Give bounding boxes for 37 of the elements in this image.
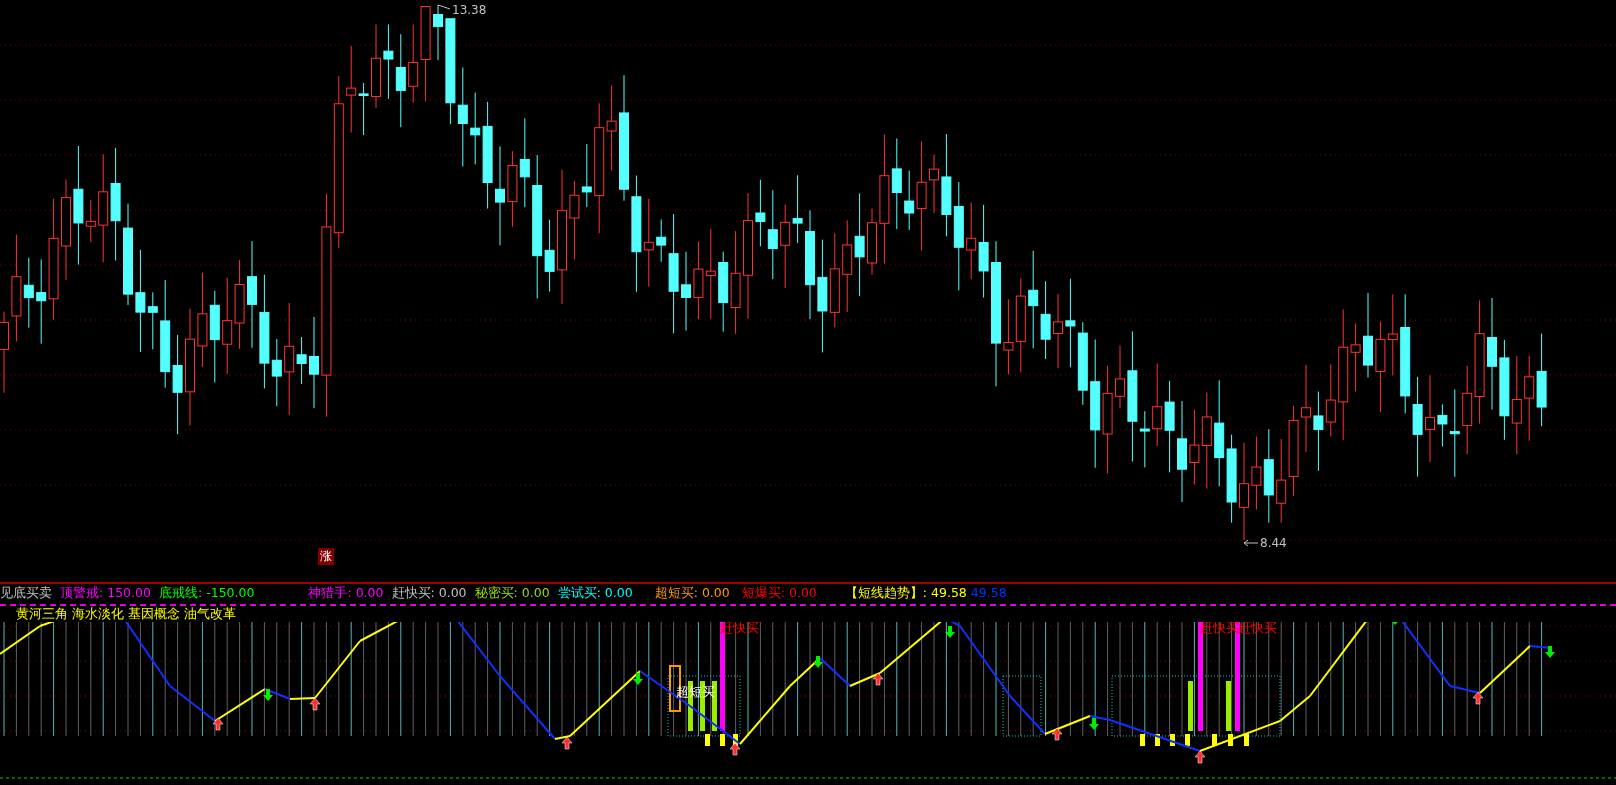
low-pointer-icon (1243, 539, 1259, 547)
legend-item: 底戒线: -150.00 (158, 584, 255, 602)
down-arrow-icon (263, 689, 273, 701)
candle (1115, 345, 1125, 409)
legend-item: 尝试买: 0.00 (557, 584, 633, 602)
candle (755, 179, 766, 247)
legend-item: 【短线趋势】: 49.58 49.58 (844, 584, 1007, 602)
legend-item: 短爆买: 0.00 (741, 584, 817, 602)
candle (792, 174, 803, 244)
candle (581, 143, 592, 208)
down-arrow-icon (813, 656, 823, 668)
legend-item: 见底买卖 (0, 584, 52, 602)
high-price-label: 13.38 (452, 3, 487, 17)
up-arrow-icon (1051, 727, 1063, 741)
up-arrow-icon (872, 672, 884, 686)
legend-item: 秘密买: 0.00 (474, 584, 550, 602)
down-arrow-icon (945, 626, 955, 638)
up-arrow-icon (212, 717, 224, 731)
rise-marker: 涨 (318, 548, 334, 565)
legend-item: 赶快买: 0.00 (391, 584, 467, 602)
up-arrow-icon (1194, 750, 1206, 764)
up-arrow-icon (309, 697, 321, 711)
legend-item: 顶警戒: 150.00 (60, 584, 151, 602)
down-arrow-icon (1089, 718, 1099, 730)
candle (929, 154, 939, 214)
candle (433, 4, 443, 61)
down-arrow-icon (633, 673, 643, 685)
up-arrow-icon (561, 736, 573, 750)
legend-item: 超短买: 0.00 (654, 584, 730, 602)
up-arrow-icon (1472, 691, 1484, 705)
down-arrow-icon (1545, 646, 1555, 658)
down-arrow-icon (1390, 622, 1400, 625)
candle (867, 208, 877, 276)
low-price-label: 8.44 (1260, 536, 1287, 550)
up-arrow-icon (729, 742, 741, 756)
legend-item: 神猎手: 0.00 (308, 584, 384, 602)
concept-tags: 黄河三角 海水淡化 基因概念 油气改革 (16, 605, 236, 623)
